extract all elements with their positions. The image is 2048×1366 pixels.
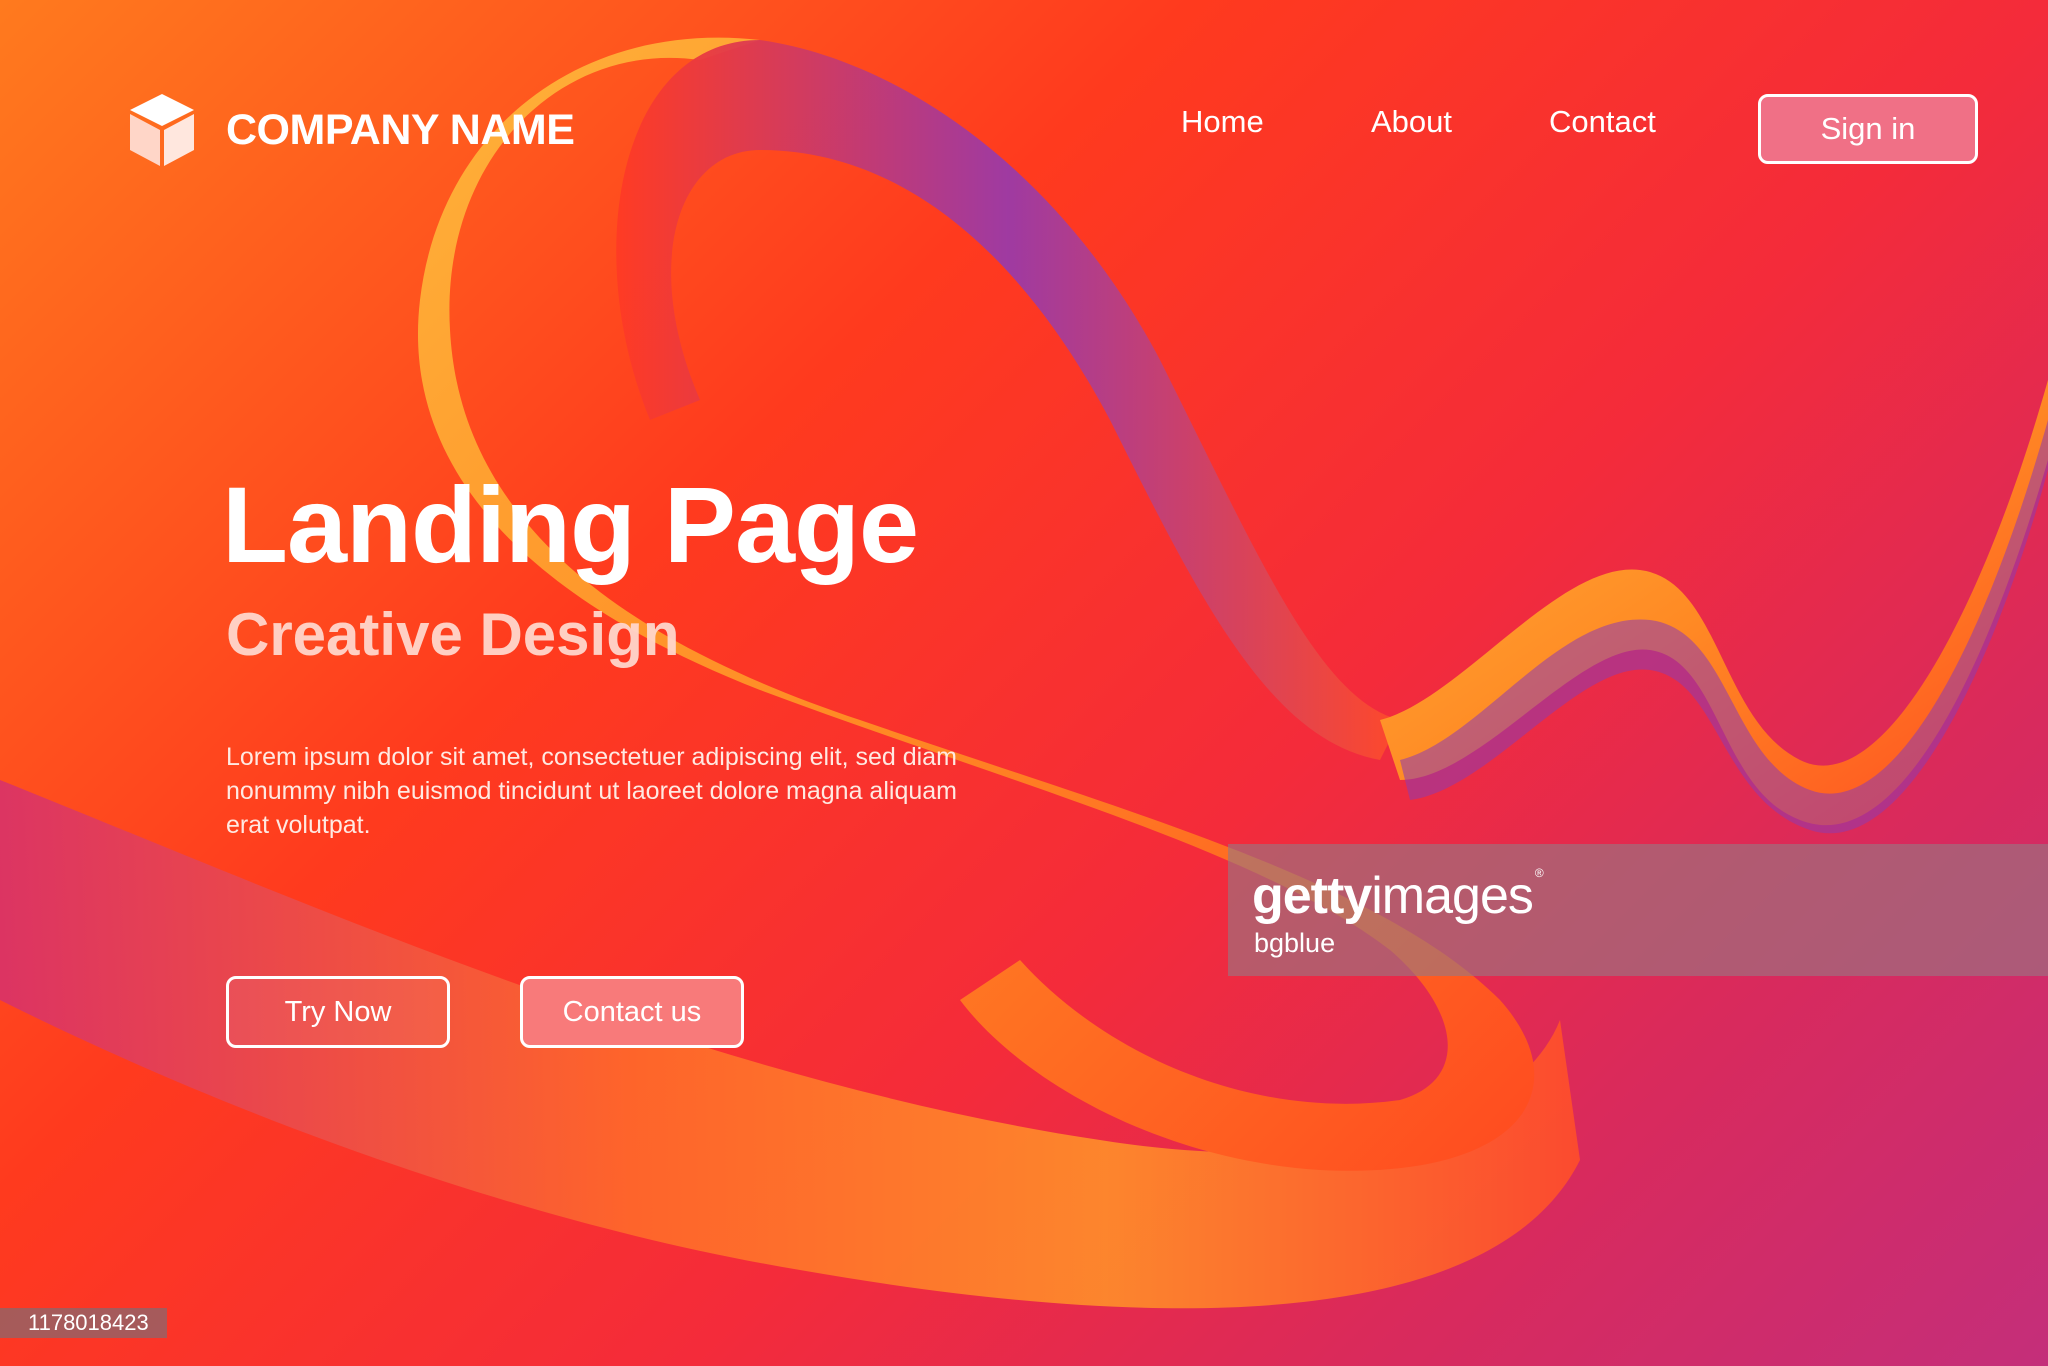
contact-us-button[interactable]: Contact us xyxy=(520,976,744,1048)
watermark-brand-light: images xyxy=(1371,867,1534,925)
cube-icon xyxy=(130,94,194,166)
registered-mark: ® xyxy=(1534,866,1544,880)
nav-contact-link[interactable]: Contact xyxy=(1549,104,1656,140)
watermark-credit: bgblue xyxy=(1254,928,1336,958)
watermark-brand: gettyimages ® xyxy=(1252,866,1544,926)
hero-title: Landing Page xyxy=(222,464,919,585)
sign-in-button[interactable]: Sign in xyxy=(1758,94,1978,164)
getty-watermark: gettyimages ® bgblue xyxy=(1228,844,2048,976)
hero-subtitle: Creative Design xyxy=(226,601,680,668)
image-id-label: 1178018423 xyxy=(0,1308,167,1338)
landing-page: COMPANY NAME Home About Contact Sign in … xyxy=(0,0,2048,1366)
fluid-ribbon-artwork xyxy=(0,37,2048,1309)
nav-about-link[interactable]: About xyxy=(1371,104,1452,140)
brand[interactable]: COMPANY NAME xyxy=(128,92,575,168)
try-now-button[interactable]: Try Now xyxy=(226,976,450,1048)
company-name: COMPANY NAME xyxy=(226,105,575,154)
hero-description: Lorem ipsum dolor sit amet, consectetuer… xyxy=(226,743,957,839)
watermark-brand-bold: getty xyxy=(1252,867,1372,925)
nav-home-link[interactable]: Home xyxy=(1181,104,1264,140)
